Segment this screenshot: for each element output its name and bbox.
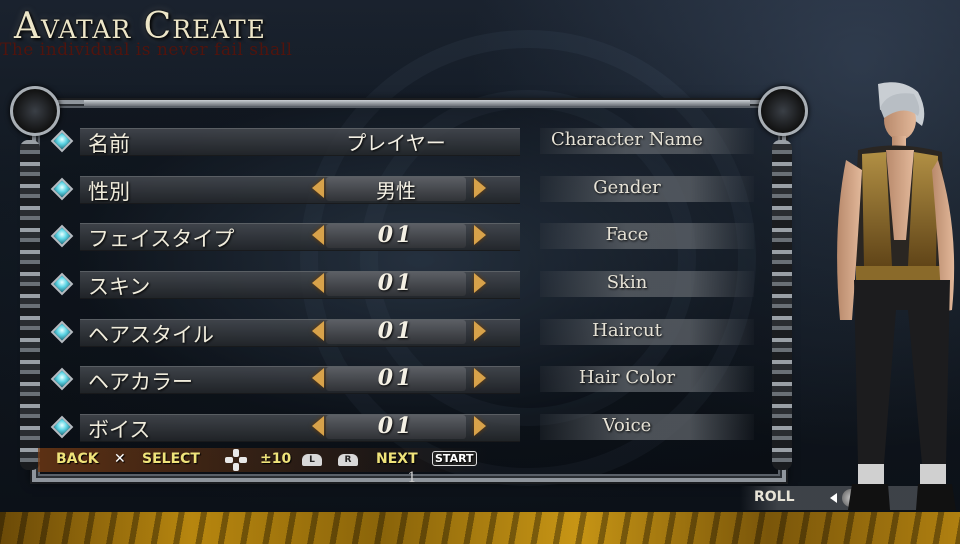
page-number: 1	[407, 470, 417, 486]
arrow-right-icon[interactable]	[474, 416, 486, 436]
row-value: プレイヤー	[346, 131, 446, 155]
row-label: ヘアスタイル	[88, 323, 214, 347]
row-value: 01	[377, 318, 415, 344]
diamond-gem-icon	[50, 415, 74, 439]
diamond-gem-icon	[50, 272, 74, 296]
row-value: 01	[377, 413, 415, 439]
roll-label: ROLL	[754, 489, 795, 505]
step-label: ±10	[260, 451, 292, 467]
row-label: ヘアカラー	[88, 370, 193, 394]
menu-row-voice[interactable]: ボイス 01 Voice	[50, 412, 754, 442]
diamond-gem-icon	[50, 224, 74, 248]
arrow-right-icon[interactable]	[474, 178, 486, 198]
row-english-label: Haircut	[592, 320, 662, 341]
row-english-label: Skin	[606, 272, 648, 293]
row-english-label: Hair Color	[578, 367, 676, 388]
menu-row-character-name[interactable]: 名前 プレイヤー Character Name	[50, 126, 754, 156]
diamond-gem-icon	[50, 367, 74, 391]
row-english-label: Gender	[593, 177, 661, 198]
start-button-icon: START	[432, 451, 477, 466]
page-subtitle: The individual is never fail shall	[0, 40, 293, 60]
controls-help-bar: BACK ✕ SELECT ±10 L R NEXT START	[38, 448, 488, 472]
menu-row-gender[interactable]: 性別 男性 Gender	[50, 174, 754, 204]
select-label: SELECT	[142, 451, 200, 467]
row-value: 01	[377, 270, 415, 296]
diamond-gem-icon	[50, 129, 74, 153]
arrow-right-icon[interactable]	[474, 321, 486, 341]
avatar-character-preview	[837, 82, 956, 510]
cross-button-icon: ✕	[114, 451, 126, 467]
dpad-icon	[225, 449, 247, 471]
next-label[interactable]: NEXT	[376, 451, 418, 467]
menu-row-face[interactable]: フェイスタイプ 01 Face	[50, 221, 754, 251]
l-button-icon: L	[302, 454, 322, 466]
row-value: 01	[377, 365, 415, 391]
menu-row-hair-color[interactable]: ヘアカラー 01 Hair Color	[50, 364, 754, 394]
frame-left-ornament	[20, 140, 40, 470]
diamond-gem-icon	[50, 320, 74, 344]
row-english-label: Face	[605, 224, 649, 245]
row-label: 名前	[88, 132, 130, 156]
row-value: 男性	[376, 179, 416, 203]
frame-corner-ornament	[758, 86, 808, 136]
arrow-right-icon[interactable]	[474, 368, 486, 388]
menu-row-skin[interactable]: スキン 01 Skin	[50, 269, 754, 299]
row-label: ボイス	[88, 418, 151, 442]
row-english-label: Character Name	[551, 129, 703, 150]
arrow-right-icon[interactable]	[474, 273, 486, 293]
arrow-right-icon[interactable]	[474, 225, 486, 245]
r-button-icon: R	[338, 454, 358, 466]
bottom-gold-band	[0, 512, 960, 544]
row-value: 01	[377, 222, 415, 248]
row-label: 性別	[88, 180, 130, 204]
back-label[interactable]: BACK	[56, 451, 99, 467]
row-english-label: Voice	[602, 415, 652, 436]
diamond-gem-icon	[50, 177, 74, 201]
menu-row-haircut[interactable]: ヘアスタイル 01 Haircut	[50, 317, 754, 347]
frame-top-bar	[84, 100, 750, 106]
row-label: フェイスタイプ	[88, 227, 235, 251]
frame-right-ornament	[772, 140, 792, 470]
row-label: スキン	[88, 275, 151, 299]
